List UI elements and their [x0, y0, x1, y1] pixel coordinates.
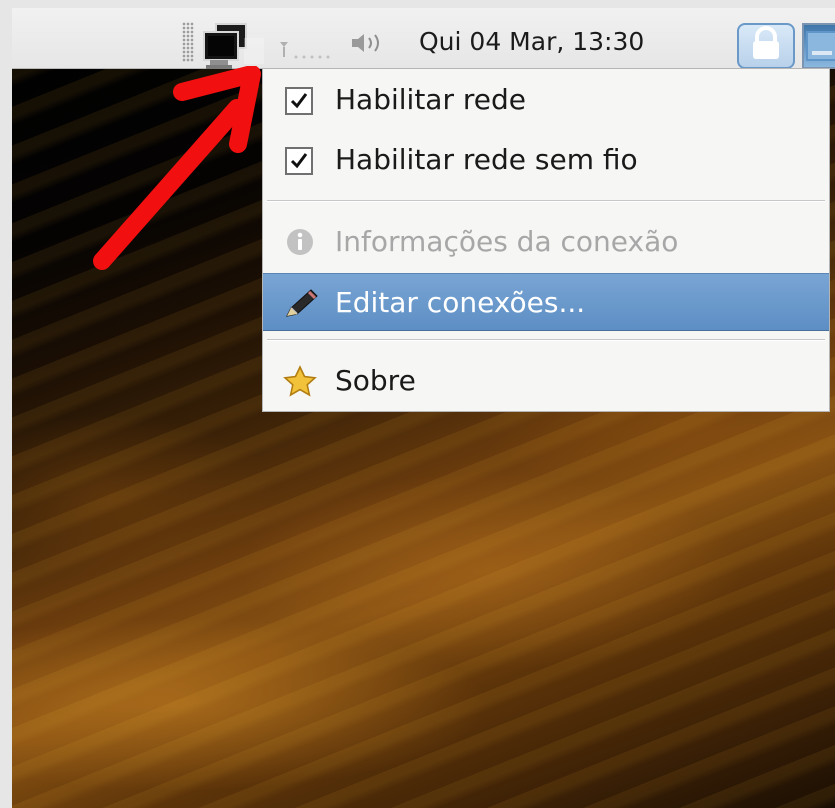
menu-item-edit-connections[interactable]: Editar conexões... [263, 273, 829, 331]
menu-item-about[interactable]: Sobre [263, 352, 829, 410]
menu-separator [267, 339, 825, 341]
lock-screen-button[interactable] [737, 23, 795, 69]
network-context-menu: Habilitar rede Habilitar rede sem fio In… [262, 68, 830, 412]
star-icon [279, 364, 321, 398]
menu-item-connection-info[interactable]: Informações da conexão [263, 213, 829, 271]
info-icon [279, 225, 321, 259]
checkbox-icon[interactable] [285, 147, 313, 175]
top-panel: Qui 04 Mar, 13:30 [12, 8, 835, 69]
menu-item-enable-network[interactable]: Habilitar rede [263, 71, 829, 129]
menu-item-label: Editar conexões... [335, 286, 586, 319]
pencil-icon [279, 286, 321, 320]
menu-item-label: Informações da conexão [335, 225, 679, 258]
workspace-switcher-button[interactable] [802, 23, 835, 69]
panel-clock[interactable]: Qui 04 Mar, 13:30 [419, 18, 729, 66]
menu-item-enable-wireless[interactable]: Habilitar rede sem fio [263, 131, 829, 189]
wireless-signal-icon[interactable] [278, 34, 338, 62]
menu-item-label: Habilitar rede [335, 83, 526, 116]
annotation-arrow-icon [93, 66, 261, 270]
panel-grip[interactable] [182, 22, 194, 62]
checkbox-icon[interactable] [285, 87, 313, 115]
network-manager-icon[interactable] [200, 20, 270, 72]
menu-item-label: Sobre [335, 364, 416, 397]
menu-separator [267, 200, 825, 202]
menu-item-label: Habilitar rede sem fio [335, 143, 638, 176]
volume-icon[interactable] [348, 30, 392, 56]
